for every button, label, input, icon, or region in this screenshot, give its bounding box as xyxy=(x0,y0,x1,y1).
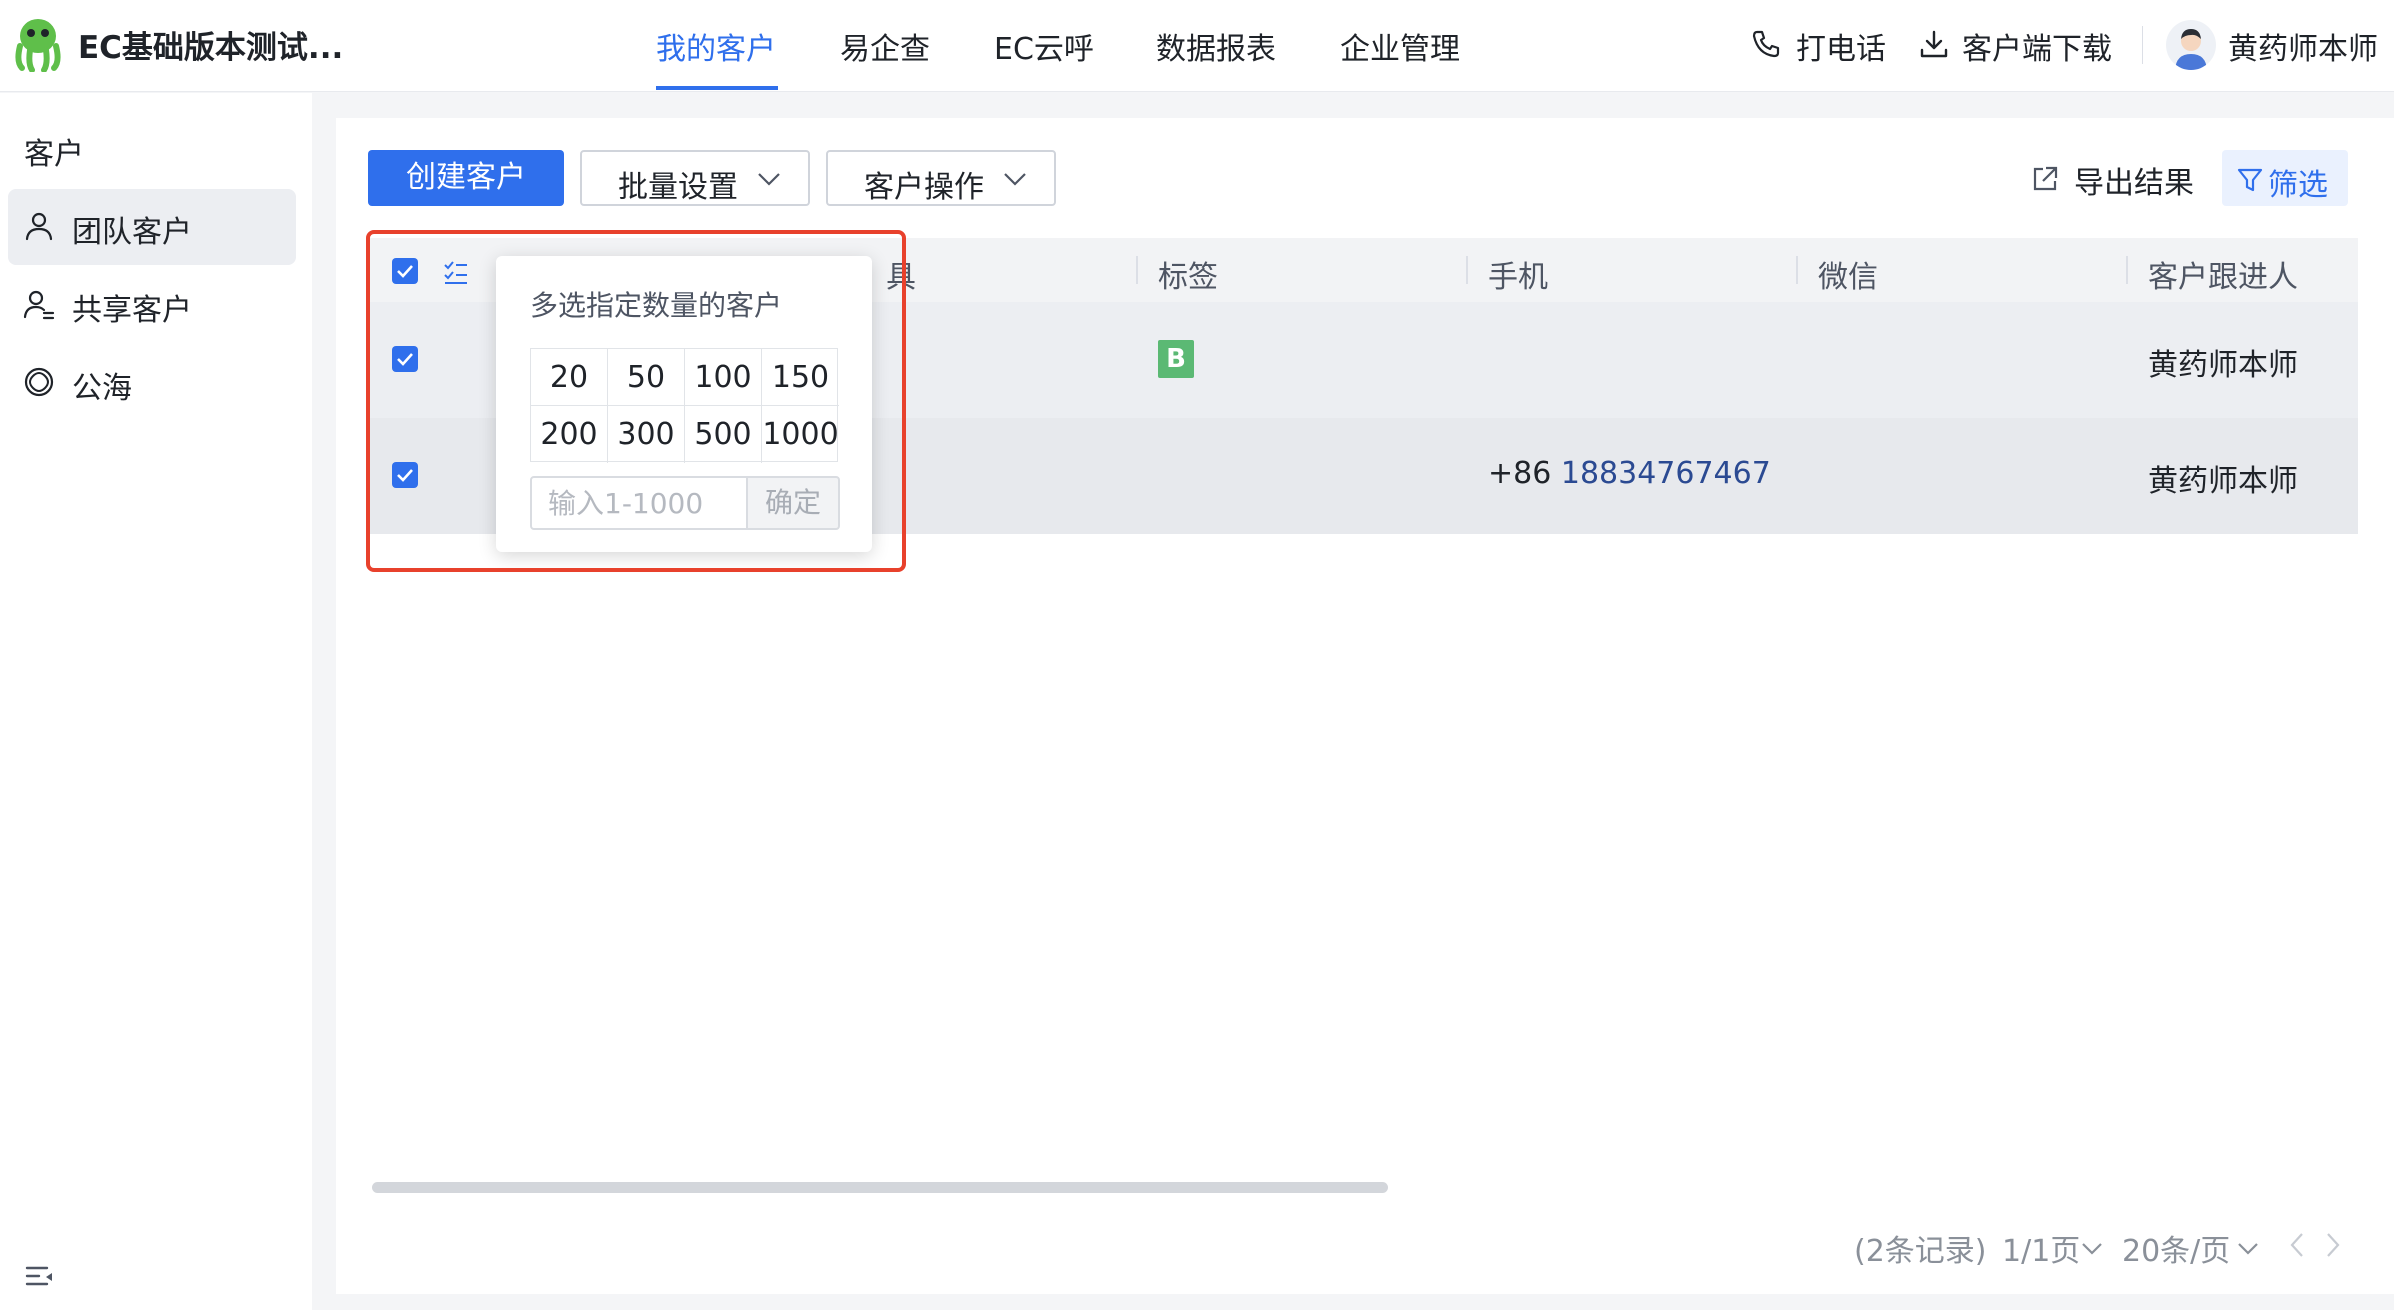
top-header: EC基础版本测试... 我的客户 易企查 EC云呼 数据报表 企业管理 打电话 … xyxy=(0,0,2394,92)
sidebar-item-team-customers[interactable]: 团队客户 xyxy=(8,189,296,265)
export-results-link[interactable]: 导出结果 xyxy=(2074,158,2194,202)
column-separator xyxy=(1136,256,1138,284)
sidebar-item-label: 公海 xyxy=(72,371,132,406)
phone-icon[interactable] xyxy=(1750,28,1782,60)
avatar[interactable] xyxy=(2166,20,2216,70)
sidebar-item-public-sea[interactable]: 公海 xyxy=(8,345,296,421)
column-header-mobile[interactable]: 手机 xyxy=(1488,252,1548,296)
export-icon[interactable] xyxy=(2030,164,2060,194)
sea-icon xyxy=(24,367,54,397)
app-title: EC基础版本测试... xyxy=(78,30,344,66)
filter-button[interactable]: 筛选 xyxy=(2222,150,2348,206)
nav-ec-cloud-call[interactable]: EC云呼 xyxy=(994,24,1094,68)
chevron-down-icon xyxy=(758,173,780,186)
column-header-wechat[interactable]: 微信 xyxy=(1818,252,1878,296)
nav-yiqicha[interactable]: 易企查 xyxy=(840,24,930,68)
client-download-link[interactable]: 客户端下载 xyxy=(1962,24,2112,68)
call-link[interactable]: 打电话 xyxy=(1796,24,1886,68)
nav-enterprise-management[interactable]: 企业管理 xyxy=(1340,24,1460,68)
highlight-annotation xyxy=(366,230,906,572)
person-icon xyxy=(25,212,53,241)
sidebar-item-label: 共享客户 xyxy=(72,293,192,328)
user-name[interactable]: 黄药师本师 xyxy=(2228,24,2378,68)
chevron-down-icon xyxy=(1004,173,1026,186)
create-customer-button[interactable]: 创建客户 xyxy=(368,150,564,206)
filter-label: 筛选 xyxy=(2268,168,2328,203)
page-size-selector[interactable]: 20条/页 xyxy=(2122,1226,2230,1270)
phone-number-link[interactable]: 18834767467 xyxy=(1561,456,1771,491)
filter-icon xyxy=(2237,168,2263,192)
column-header-tags[interactable]: 标签 xyxy=(1158,252,1218,296)
sidebar-item-shared-customers[interactable]: 共享客户 xyxy=(8,267,296,343)
prev-page-icon[interactable] xyxy=(2286,1230,2308,1260)
next-page-icon[interactable] xyxy=(2322,1230,2344,1260)
horizontal-scrollbar[interactable] xyxy=(372,1182,1388,1193)
sidebar: 客户 团队客户 共享客户 公海 xyxy=(0,93,312,1310)
nav-active-indicator xyxy=(656,86,778,90)
column-header-follower[interactable]: 客户跟进人 xyxy=(2148,252,2298,296)
follower-cell: 黄药师本师 xyxy=(2148,348,2298,383)
customer-operations-label: 客户操作 xyxy=(864,170,984,205)
column-separator xyxy=(1796,256,1798,284)
tag-badge[interactable]: B xyxy=(1158,340,1194,378)
download-icon[interactable] xyxy=(1918,28,1950,60)
mobile-cell: +86 18834767467 xyxy=(1488,456,1771,491)
follower-cell: 黄药师本师 xyxy=(2148,464,2298,499)
batch-settings-dropdown[interactable]: 批量设置 xyxy=(580,150,810,206)
sidebar-item-label: 团队客户 xyxy=(72,215,192,250)
column-separator xyxy=(2126,256,2128,284)
phone-prefix: +86 xyxy=(1488,456,1552,491)
collapse-sidebar-icon[interactable] xyxy=(24,1261,56,1293)
sidebar-heading: 客户 xyxy=(24,137,84,172)
customer-operations-dropdown[interactable]: 客户操作 xyxy=(826,150,1056,206)
chevron-down-icon[interactable] xyxy=(2080,1240,2104,1256)
record-count: (2条记录) xyxy=(1854,1234,1987,1269)
nav-data-reports[interactable]: 数据报表 xyxy=(1156,24,1276,68)
user-avatar-icon xyxy=(2175,29,2207,70)
batch-settings-label: 批量设置 xyxy=(618,170,738,205)
octopus-logo-icon xyxy=(15,19,61,72)
nav-my-customers[interactable]: 我的客户 xyxy=(656,24,776,68)
header-divider xyxy=(2142,26,2143,64)
shared-person-icon xyxy=(23,290,55,320)
chevron-down-icon[interactable] xyxy=(2236,1240,2260,1256)
page-indicator[interactable]: 1/1页 xyxy=(2002,1226,2080,1270)
column-separator xyxy=(1466,256,1468,284)
